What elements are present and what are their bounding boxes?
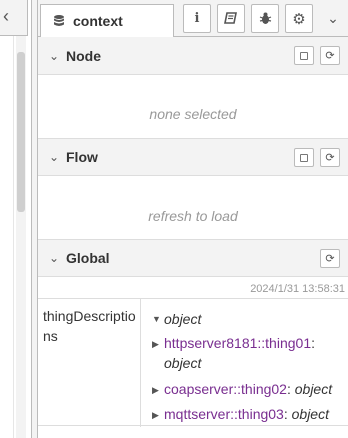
refresh-icon: ⟳ xyxy=(325,50,335,62)
global-refresh-button[interactable]: ⟳ xyxy=(320,249,340,268)
refresh-icon: ⟳ xyxy=(325,152,335,164)
chevron-down-icon: ⌄ xyxy=(48,251,60,265)
section-title: Flow xyxy=(66,149,98,165)
global-section-header[interactable]: ⌄ Global xyxy=(38,239,348,277)
value-key: coapserver::thing02 xyxy=(164,381,287,397)
sidebar-resize-handle[interactable] xyxy=(31,0,38,438)
value-item[interactable]: ▶ coapserver::thing02: object xyxy=(152,379,348,400)
value-key: mqttserver::thing03 xyxy=(164,406,284,422)
table-divider xyxy=(38,425,348,426)
debug-button[interactable] xyxy=(251,4,279,33)
workspace-tab-area: ‹ xyxy=(0,0,28,36)
bug-icon xyxy=(259,12,271,24)
global-context-table: thingDescriptions ▼ object ▶ httpserver8… xyxy=(38,298,348,438)
sidebar: context i ⚙ ⌄ ⌄ Node ⟳ none selected ⌄ F… xyxy=(38,0,348,438)
value-root-row[interactable]: ▼ object xyxy=(152,309,348,329)
value-key: httpserver8181::thing01 xyxy=(164,335,312,351)
value-type: object xyxy=(164,311,202,327)
refresh-icon: ⟳ xyxy=(325,253,335,265)
chevron-left-icon: ‹ xyxy=(3,6,9,26)
value-item[interactable]: ▶ mqttserver::thing03: object xyxy=(152,404,348,425)
caret-right-icon: ▶ xyxy=(152,410,159,420)
database-icon xyxy=(54,15,64,26)
info-button[interactable]: i xyxy=(183,4,211,33)
chevron-down-icon: ⌄ xyxy=(327,10,339,26)
caret-right-icon: ▶ xyxy=(152,385,159,395)
sidebar-tabbar: context i ⚙ ⌄ xyxy=(38,0,348,37)
info-icon: i xyxy=(194,11,200,26)
value-type: object xyxy=(164,355,202,371)
square-icon xyxy=(300,153,308,162)
tab-label: context xyxy=(73,13,123,29)
node-refresh-button[interactable]: ⟳ xyxy=(320,46,340,65)
chevron-down-icon: ⌄ xyxy=(48,48,60,63)
tab-context[interactable]: context xyxy=(40,4,174,37)
caret-right-icon: ▶ xyxy=(152,339,159,349)
section-title: Global xyxy=(66,250,110,266)
book-icon xyxy=(224,12,237,24)
config-button[interactable]: ⚙ xyxy=(285,4,313,33)
chevron-down-icon: ⌄ xyxy=(48,150,60,164)
node-show-all-button[interactable] xyxy=(294,46,314,65)
context-key: thingDescriptions xyxy=(38,299,141,427)
help-button[interactable] xyxy=(217,4,245,33)
sidebar-menu-button[interactable]: ⌄ xyxy=(322,4,344,33)
workspace-scrollbar-thumb[interactable] xyxy=(17,52,25,212)
flow-empty-message: refresh to load xyxy=(148,208,238,224)
gear-icon: ⚙ xyxy=(292,10,306,28)
context-value: ▼ object ▶ httpserver8181::thing01: obje… xyxy=(142,299,348,425)
caret-down-icon: ▼ xyxy=(152,314,161,324)
flow-refresh-button[interactable]: ⟳ xyxy=(320,148,340,167)
value-type: object xyxy=(294,381,333,397)
value-item[interactable]: ▶ httpserver8181::thing01: object xyxy=(152,333,348,373)
flow-show-all-button[interactable] xyxy=(294,148,314,167)
node-empty-message: none selected xyxy=(149,106,237,122)
section-title: Node xyxy=(66,47,101,64)
value-type: object xyxy=(291,406,329,422)
square-icon xyxy=(300,51,308,60)
global-timestamp: 2024/1/31 13:58:31 xyxy=(250,283,345,295)
workspace-canvas[interactable]: ‹ xyxy=(0,0,31,438)
workspace-grid xyxy=(0,36,14,438)
